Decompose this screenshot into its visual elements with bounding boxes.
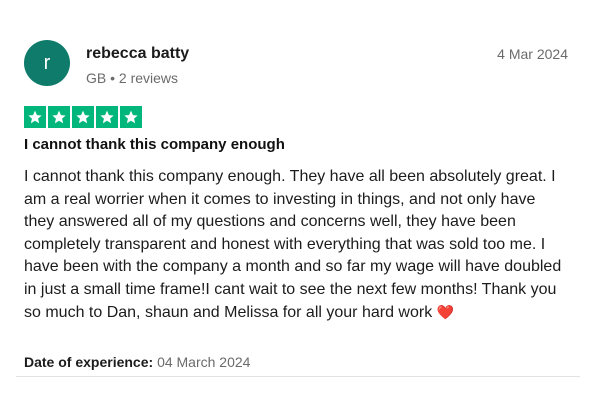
star-icon [120,106,142,128]
avatar[interactable]: r [24,40,70,86]
heart-icon: ❤️ [436,304,455,320]
experience-label: Date of experience: [24,354,154,370]
review-body: I cannot thank this company enough. They… [24,166,564,325]
review-header: r rebecca batty GB • 2 reviews 4 Mar 202… [24,40,572,90]
star-rating [24,106,142,128]
author-meta: GB • 2 reviews [86,70,179,86]
star-icon [24,106,46,128]
review-date: 4 Mar 2024 [497,46,568,62]
date-of-experience: Date of experience: 04 March 2024 [24,354,250,370]
experience-date: 04 March 2024 [157,354,251,370]
review-title[interactable]: I cannot thank this company enough [24,136,285,153]
star-icon [48,106,70,128]
star-icon [96,106,118,128]
author-name[interactable]: rebecca batty [86,45,189,63]
review-body-text: I cannot thank this company enough. They… [24,168,562,321]
review-card: r rebecca batty GB • 2 reviews 4 Mar 202… [16,24,580,377]
star-icon [72,106,94,128]
